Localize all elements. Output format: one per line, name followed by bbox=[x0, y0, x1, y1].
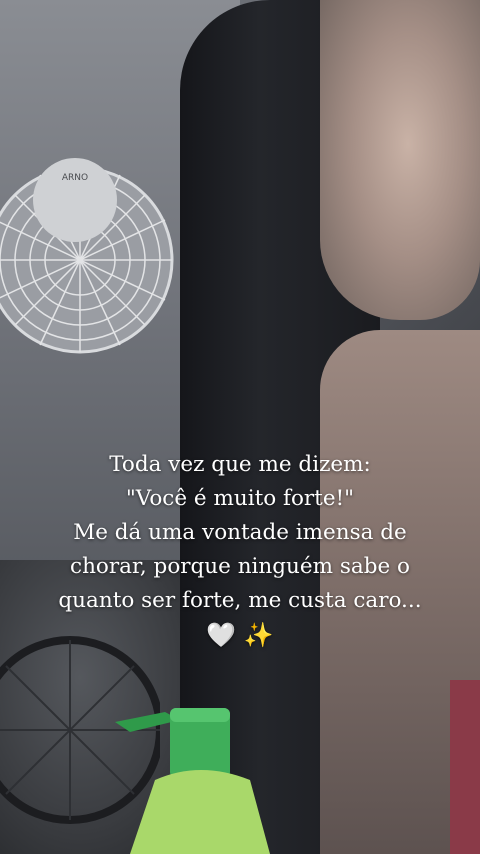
caption-line-2: "Você é muito forte!" bbox=[125, 486, 355, 511]
caption-line-4: chorar, porque ninguém sabe o bbox=[70, 554, 410, 579]
emoji-line: 🤍 ✨ bbox=[40, 618, 440, 652]
bottle-illustration bbox=[115, 708, 270, 854]
caption-text: Toda vez que me dizem: "Você é muito for… bbox=[40, 448, 440, 652]
cloth bbox=[450, 680, 480, 854]
photo-background: ARNO Toda vez que me dizem: "Você é muit… bbox=[0, 0, 480, 854]
fan-illustration: ARNO bbox=[0, 158, 174, 354]
caption-line-5: quanto ser forte, me custa caro... bbox=[58, 588, 422, 613]
fan-brand-label: ARNO bbox=[62, 173, 88, 183]
sparkles-icon: ✨ bbox=[243, 621, 274, 649]
face bbox=[320, 0, 480, 320]
white-heart-icon: 🤍 bbox=[206, 621, 237, 649]
caption-line-3: Me dá uma vontade imensa de bbox=[73, 520, 407, 545]
caption-line-1: Toda vez que me dizem: bbox=[109, 452, 371, 477]
